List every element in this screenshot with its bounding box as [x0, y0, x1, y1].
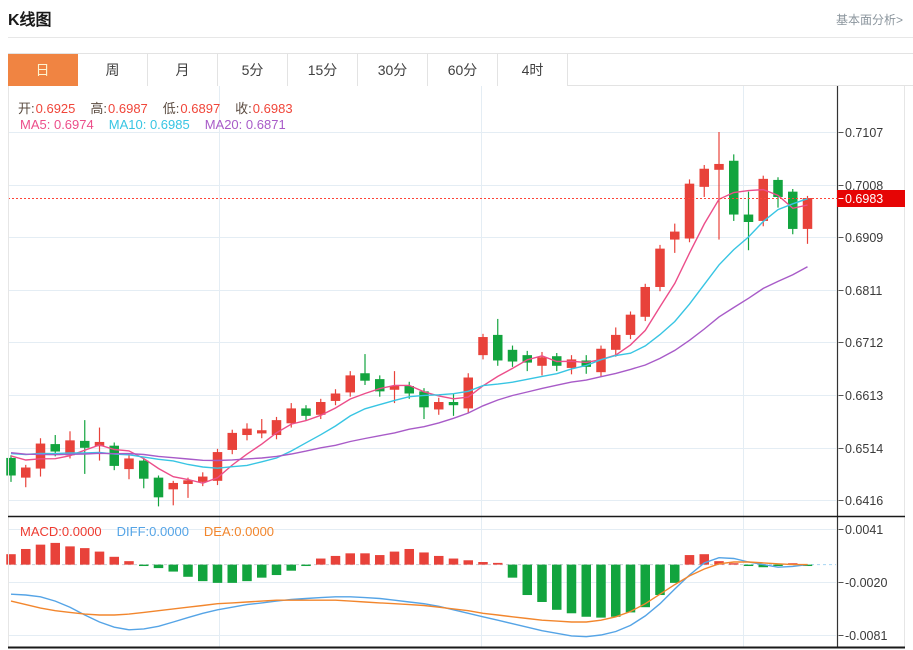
svg-text:0.6909: 0.6909: [845, 231, 883, 245]
svg-text:0.6811: 0.6811: [845, 284, 882, 298]
svg-text:0.6613: 0.6613: [845, 389, 883, 403]
ma-legend: MA5: 0.6974 MA10: 0.6985 MA20: 0.6871: [20, 117, 286, 132]
ma20-readout: MA20: 0.6871: [205, 117, 286, 132]
ma10-readout: MA10: 0.6985: [109, 117, 190, 132]
ma10-line: [11, 199, 808, 469]
svg-text:0.6416: 0.6416: [845, 494, 883, 508]
macd-histogram: [6, 543, 812, 618]
ohlc-low: 低:0.6897: [163, 98, 220, 117]
diff-readout: DIFF:0.0000: [117, 524, 189, 539]
open-value: 0.6925: [36, 101, 76, 116]
ma5-readout: MA5: 0.6974: [20, 117, 94, 132]
high-value: 0.6987: [108, 101, 148, 116]
svg-text:0.6983: 0.6983: [845, 192, 883, 206]
last-price-tag: 0.6983: [837, 190, 905, 207]
dea-line: [11, 562, 808, 622]
svg-text:0.6514: 0.6514: [845, 442, 883, 456]
ohlc-open: 开:0.6925: [18, 98, 75, 117]
ohlc-high: 高:0.6987: [90, 98, 147, 117]
svg-text:0.0041: 0.0041: [845, 523, 883, 537]
svg-text:0.6712: 0.6712: [845, 336, 883, 350]
ma20-line: [11, 267, 808, 461]
ohlc-close: 收:0.6983: [235, 98, 292, 117]
dea-readout: DEA:0.0000: [204, 524, 274, 539]
high-label: 高:: [90, 101, 107, 116]
close-value: 0.6983: [253, 101, 293, 116]
macd-readout: MACD:0.0000: [20, 524, 102, 539]
open-label: 开:: [18, 101, 35, 116]
diff-line: [11, 558, 808, 637]
macd-legend: MACD:0.0000 DIFF:0.0000 DEA:0.0000: [20, 524, 274, 539]
ohlc-legend: 开:0.6925 高:0.6987 低:0.6897 收:0.6983: [18, 98, 293, 117]
low-label: 低:: [163, 101, 180, 116]
svg-text:-0.0081: -0.0081: [845, 629, 887, 643]
svg-text:0.7107: 0.7107: [845, 126, 883, 140]
svg-text:-0.0020: -0.0020: [845, 576, 887, 590]
low-value: 0.6897: [180, 101, 220, 116]
close-label: 收:: [235, 101, 252, 116]
